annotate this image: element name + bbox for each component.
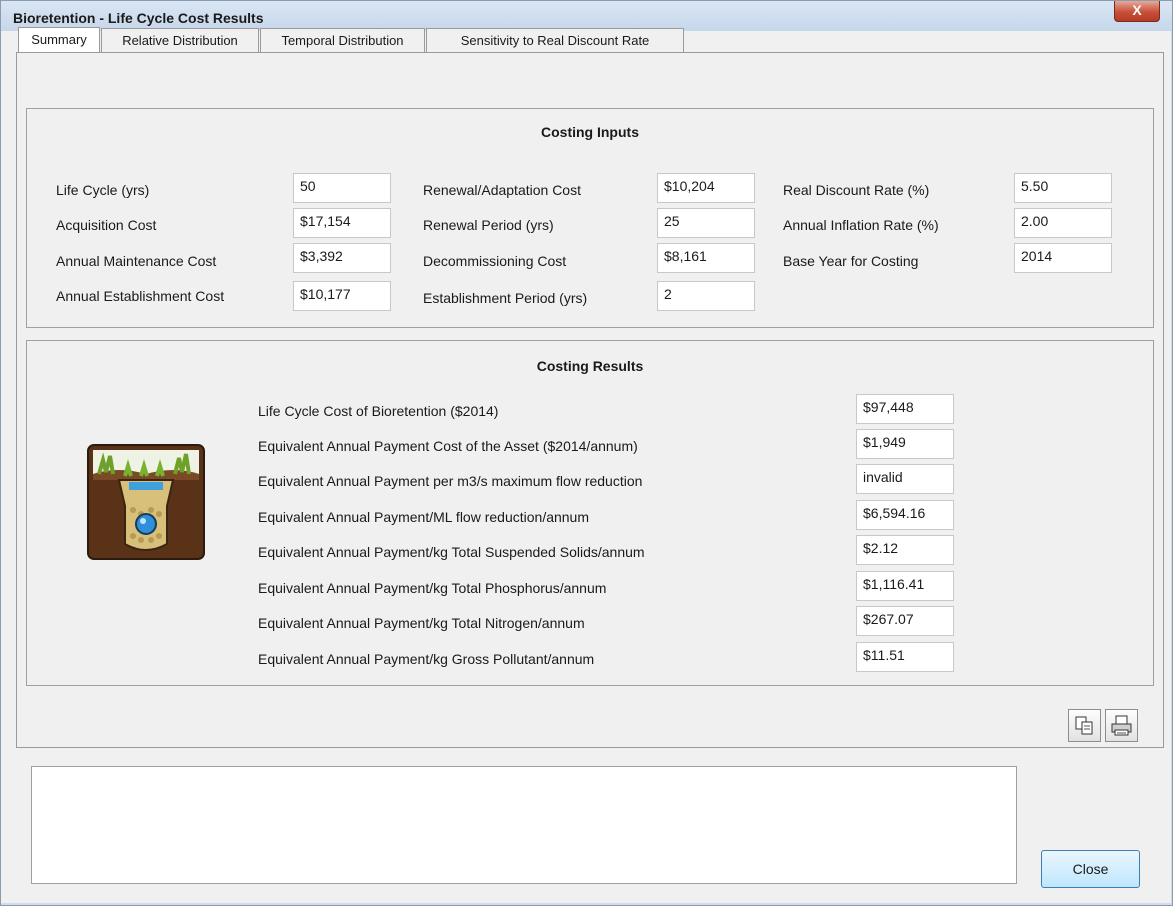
result-value-2[interactable]: invalid [856,464,954,494]
result-value-6[interactable]: $267.07 [856,606,954,636]
result-label-7: Equivalent Annual Payment/kg Gross Pollu… [258,651,595,667]
tab-summary-label: Summary [31,32,87,47]
annual-inflation-label: Annual Inflation Rate (%) [783,217,939,233]
result-label-4: Equivalent Annual Payment/kg Total Suspe… [258,544,645,560]
tab-temporal-distribution[interactable]: Temporal Distribution [260,28,425,52]
result-label-0: Life Cycle Cost of Bioretention ($2014) [258,403,499,419]
real-discount-field[interactable]: 5.50 [1014,173,1112,203]
base-year-field[interactable]: 2014 [1014,243,1112,273]
result-value-1[interactable]: $1,949 [856,429,954,459]
life-cycle-field[interactable]: 50 [293,173,391,203]
annual-maintenance-label: Annual Maintenance Cost [56,253,217,269]
decommissioning-label: Decommissioning Cost [423,253,567,269]
result-label-2: Equivalent Annual Payment per m3/s maxim… [258,473,643,489]
acquisition-cost-field[interactable]: $17,154 [293,208,391,238]
print-icon [1111,715,1132,736]
annual-establishment-field[interactable]: $10,177 [293,281,391,311]
costing-results-heading: Costing Results [536,358,644,374]
result-value-3[interactable]: $6,594.16 [856,500,954,530]
copy-icon [1075,716,1093,735]
window-close-button[interactable]: X [1114,1,1160,22]
tab-sensitivity[interactable]: Sensitivity to Real Discount Rate [426,28,684,52]
result-label-1: Equivalent Annual Payment Cost of the As… [258,438,638,454]
tab-relative-distribution-label: Relative Distribution [122,33,238,48]
tab-summary[interactable]: Summary [18,27,100,53]
renewal-cost-field[interactable]: $10,204 [657,173,755,203]
result-value-7[interactable]: $11.51 [856,642,954,672]
result-label-6: Equivalent Annual Payment/kg Total Nitro… [258,615,585,631]
establishment-period-field[interactable]: 2 [657,281,755,311]
renewal-period-label: Renewal Period (yrs) [423,217,554,233]
decommissioning-field[interactable]: $8,161 [657,243,755,273]
result-value-0[interactable]: $97,448 [856,394,954,424]
annual-establishment-label: Annual Establishment Cost [56,288,225,304]
renewal-cost-label: Renewal/Adaptation Cost [423,182,581,198]
establishment-period-label: Establishment Period (yrs) [423,290,588,306]
close-button[interactable]: Close [1041,850,1140,888]
tab-sensitivity-label: Sensitivity to Real Discount Rate [460,33,650,48]
acquisition-cost-label: Acquisition Cost [56,217,157,233]
real-discount-label: Real Discount Rate (%) [783,182,930,198]
annual-maintenance-field[interactable]: $3,392 [293,243,391,273]
window-title: Bioretention - Life Cycle Cost Results [13,10,264,26]
renewal-period-field[interactable]: 25 [657,208,755,238]
title-bar[interactable]: Bioretention - Life Cycle Cost Results X [1,1,1172,31]
tab-temporal-distribution-label: Temporal Distribution [281,33,404,48]
base-year-label: Base Year for Costing [783,253,919,269]
result-label-3: Equivalent Annual Payment/ML flow reduct… [258,509,590,525]
result-label-5: Equivalent Annual Payment/kg Total Phosp… [258,580,607,596]
result-value-5[interactable]: $1,116.41 [856,571,954,601]
close-icon: X [1132,2,1142,18]
result-value-4[interactable]: $2.12 [856,535,954,565]
life-cycle-label: Life Cycle (yrs) [56,182,150,198]
copy-button[interactable] [1068,709,1101,742]
bioretention-icon [87,444,205,560]
annual-inflation-field[interactable]: 2.00 [1014,208,1112,238]
costing-inputs-heading: Costing Inputs [541,124,639,140]
print-button[interactable] [1105,709,1138,742]
tab-relative-distribution[interactable]: Relative Distribution [101,28,259,52]
notes-area[interactable] [31,766,1017,884]
